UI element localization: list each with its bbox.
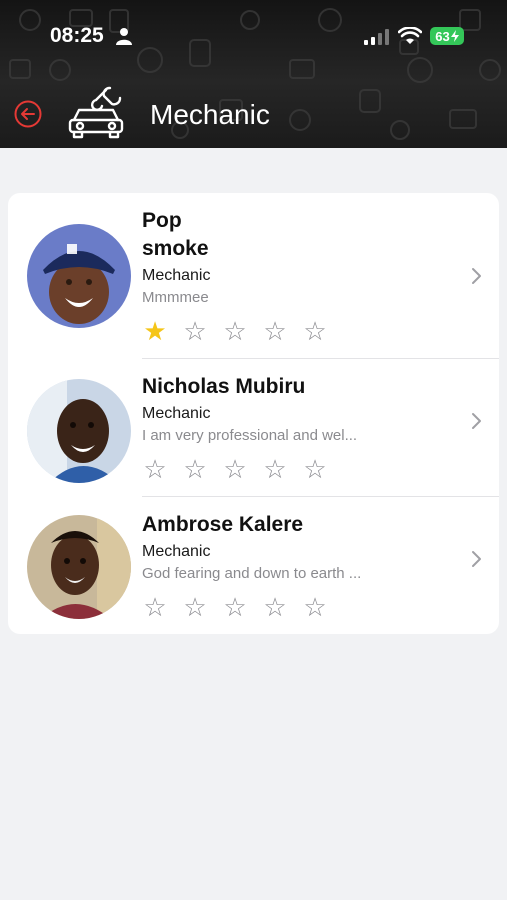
avatar <box>27 515 131 619</box>
star-empty-icon: ☆ <box>183 454 207 484</box>
star-empty-icon: ☆ <box>143 592 167 622</box>
mechanic-name-line2: smoke <box>142 237 209 260</box>
star-rating: ☆ ☆ ☆ ☆ ☆ <box>142 456 328 482</box>
star-empty-icon: ☆ <box>223 592 247 622</box>
star-filled-icon: ★ <box>143 316 167 346</box>
wifi-icon <box>398 27 422 44</box>
back-button[interactable] <box>12 98 44 130</box>
star-empty-icon: ☆ <box>263 592 287 622</box>
chevron-right-icon <box>472 413 481 429</box>
mechanic-name: Nicholas Mubiru <box>142 375 306 398</box>
avatar <box>27 224 131 328</box>
status-bar: 08:25 63 <box>0 0 507 72</box>
back-arrow-icon <box>14 100 42 128</box>
star-empty-icon: ☆ <box>303 592 327 622</box>
car-wrench-icon <box>68 86 124 139</box>
avatar <box>27 379 131 483</box>
star-empty-icon: ☆ <box>143 454 167 484</box>
star-empty-icon: ☆ <box>183 316 207 346</box>
star-empty-icon: ☆ <box>263 454 287 484</box>
mechanic-role: Mechanic <box>142 267 211 284</box>
mechanic-role: Mechanic <box>142 405 211 422</box>
battery-charging-icon <box>450 30 459 42</box>
mechanics-list: Pop smoke Mechanic Mmmmee ★ ☆ ☆ ☆ ☆ Nich… <box>8 193 499 634</box>
mechanic-bio: I am very professional and wel... <box>142 427 358 444</box>
mechanic-list-item[interactable]: Pop smoke Mechanic Mmmmee ★ ☆ ☆ ☆ ☆ <box>8 193 499 359</box>
chevron-right-icon <box>472 551 481 567</box>
star-rating: ★ ☆ ☆ ☆ ☆ <box>142 318 328 344</box>
chevron-right-icon <box>472 268 481 284</box>
mechanic-list-item[interactable]: Ambrose Kalere Mechanic God fearing and … <box>8 497 499 634</box>
person-icon <box>116 28 132 45</box>
mechanic-bio: God fearing and down to earth ... <box>142 565 362 582</box>
star-empty-icon: ☆ <box>223 454 247 484</box>
star-rating: ☆ ☆ ☆ ☆ ☆ <box>142 594 328 620</box>
app-header: 08:25 63 Mechanic <box>0 0 507 148</box>
page-title: Mechanic <box>150 99 270 130</box>
star-empty-icon: ☆ <box>223 316 247 346</box>
cellular-signal-icon <box>364 29 389 45</box>
battery-level: 63 <box>435 28 450 44</box>
status-time: 08:25 <box>50 24 104 47</box>
star-empty-icon: ☆ <box>303 454 327 484</box>
star-empty-icon: ☆ <box>263 316 287 346</box>
mechanic-list-item[interactable]: Nicholas Mubiru Mechanic I am very profe… <box>8 359 499 497</box>
mechanic-name: Ambrose Kalere <box>142 513 304 536</box>
star-empty-icon: ☆ <box>183 592 207 622</box>
battery-indicator: 63 <box>430 27 464 45</box>
mechanic-name-line1: Pop <box>142 209 182 232</box>
star-empty-icon: ☆ <box>303 316 327 346</box>
mechanic-role: Mechanic <box>142 543 211 560</box>
mechanic-bio: Mmmmee <box>142 289 209 306</box>
